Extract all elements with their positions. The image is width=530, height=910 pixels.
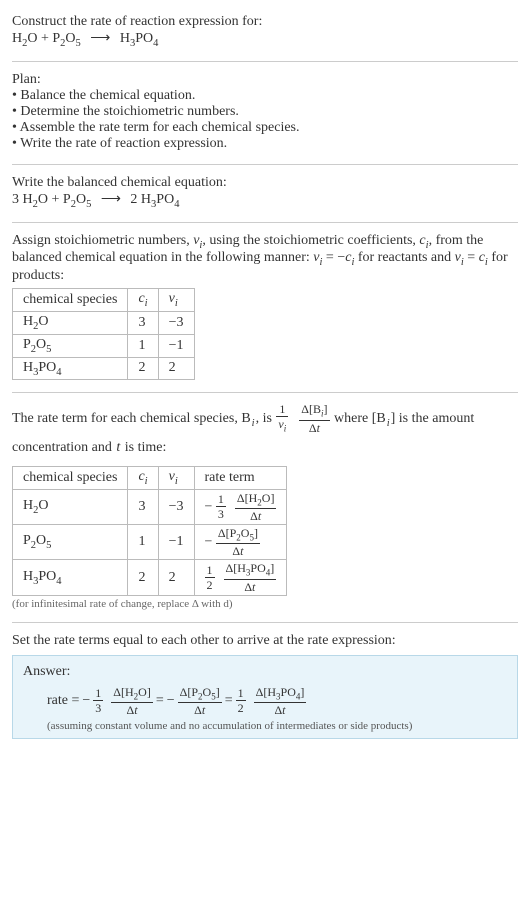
rateterm-table: chemical species ci νi rate term H2O 3 −…: [12, 466, 287, 596]
divider: [12, 164, 518, 165]
balanced-section: Write the balanced chemical equation: 3 …: [12, 169, 518, 218]
reaction-arrow-icon: ⟶: [84, 31, 116, 46]
table-row: H3PO4 2 2: [13, 357, 195, 380]
stoich-table: chemical species ci νi H2O 3 −3 P2O5 1 −…: [12, 288, 195, 380]
balanced-heading: Write the balanced chemical equation:: [12, 175, 518, 191]
col-nui: νi: [158, 289, 194, 312]
plan-heading: Plan:: [12, 72, 518, 88]
answer-label: Answer:: [23, 664, 507, 680]
answer-note: (assuming constant volume and no accumul…: [23, 720, 507, 732]
plan-item: • Determine the stoichiometric numbers.: [12, 104, 518, 120]
prompt-equation: H2O + P2O5 ⟶ H3PO4: [12, 30, 518, 49]
stoich-text: Assign stoichiometric numbers, νi, using…: [12, 233, 518, 285]
prompt-title: Construct the rate of reaction expressio…: [12, 14, 518, 30]
table-row: P2O5 1 −1 − Δ[P2O5]Δt: [13, 524, 287, 559]
col-ci: ci: [128, 289, 158, 312]
table-row: P2O5 1 −1: [13, 334, 195, 357]
table-header-row: chemical species ci νi rate term: [13, 466, 287, 489]
divider: [12, 222, 518, 223]
table-row: H2O 3 −3: [13, 311, 195, 334]
prompt-section: Construct the rate of reaction expressio…: [12, 8, 518, 57]
rateterm-section: The rate term for each chemical species,…: [12, 397, 518, 617]
divider: [12, 622, 518, 623]
divider: [12, 61, 518, 62]
plan-item: • Write the rate of reaction expression.: [12, 136, 518, 152]
divider: [12, 392, 518, 393]
plan-item: • Assemble the rate term for each chemic…: [12, 120, 518, 136]
reaction-arrow-icon: ⟶: [95, 192, 127, 207]
final-heading: Set the rate terms equal to each other t…: [12, 633, 518, 649]
table-header-row: chemical species ci νi: [13, 289, 195, 312]
fraction: 1νi: [276, 403, 288, 433]
infinitesimal-note: (for infinitesimal rate of change, repla…: [12, 598, 518, 610]
plan-section: Plan: • Balance the chemical equation. •…: [12, 66, 518, 160]
table-row: H2O 3 −3 − 13 Δ[H2O]Δt: [13, 489, 287, 524]
stoich-section: Assign stoichiometric numbers, νi, using…: [12, 227, 518, 389]
table-row: H3PO4 2 2 12 Δ[H3PO4]Δt: [13, 560, 287, 595]
answer-box: Answer: rate = − 13 Δ[H2O]Δt = − Δ[P2O5]…: [12, 655, 518, 739]
answer-expression: rate = − 13 Δ[H2O]Δt = − Δ[P2O5]Δt = 12 …: [23, 686, 507, 716]
col-species: chemical species: [13, 289, 128, 312]
rateterm-text: The rate term for each chemical species,…: [12, 403, 518, 461]
final-section: Set the rate terms equal to each other t…: [12, 627, 518, 747]
fraction: Δ[Bi]Δt: [299, 403, 329, 433]
plan-item: • Balance the chemical equation.: [12, 88, 518, 104]
balanced-equation: 3 H2O + P2O5 ⟶ 2 H3PO4: [12, 191, 518, 210]
